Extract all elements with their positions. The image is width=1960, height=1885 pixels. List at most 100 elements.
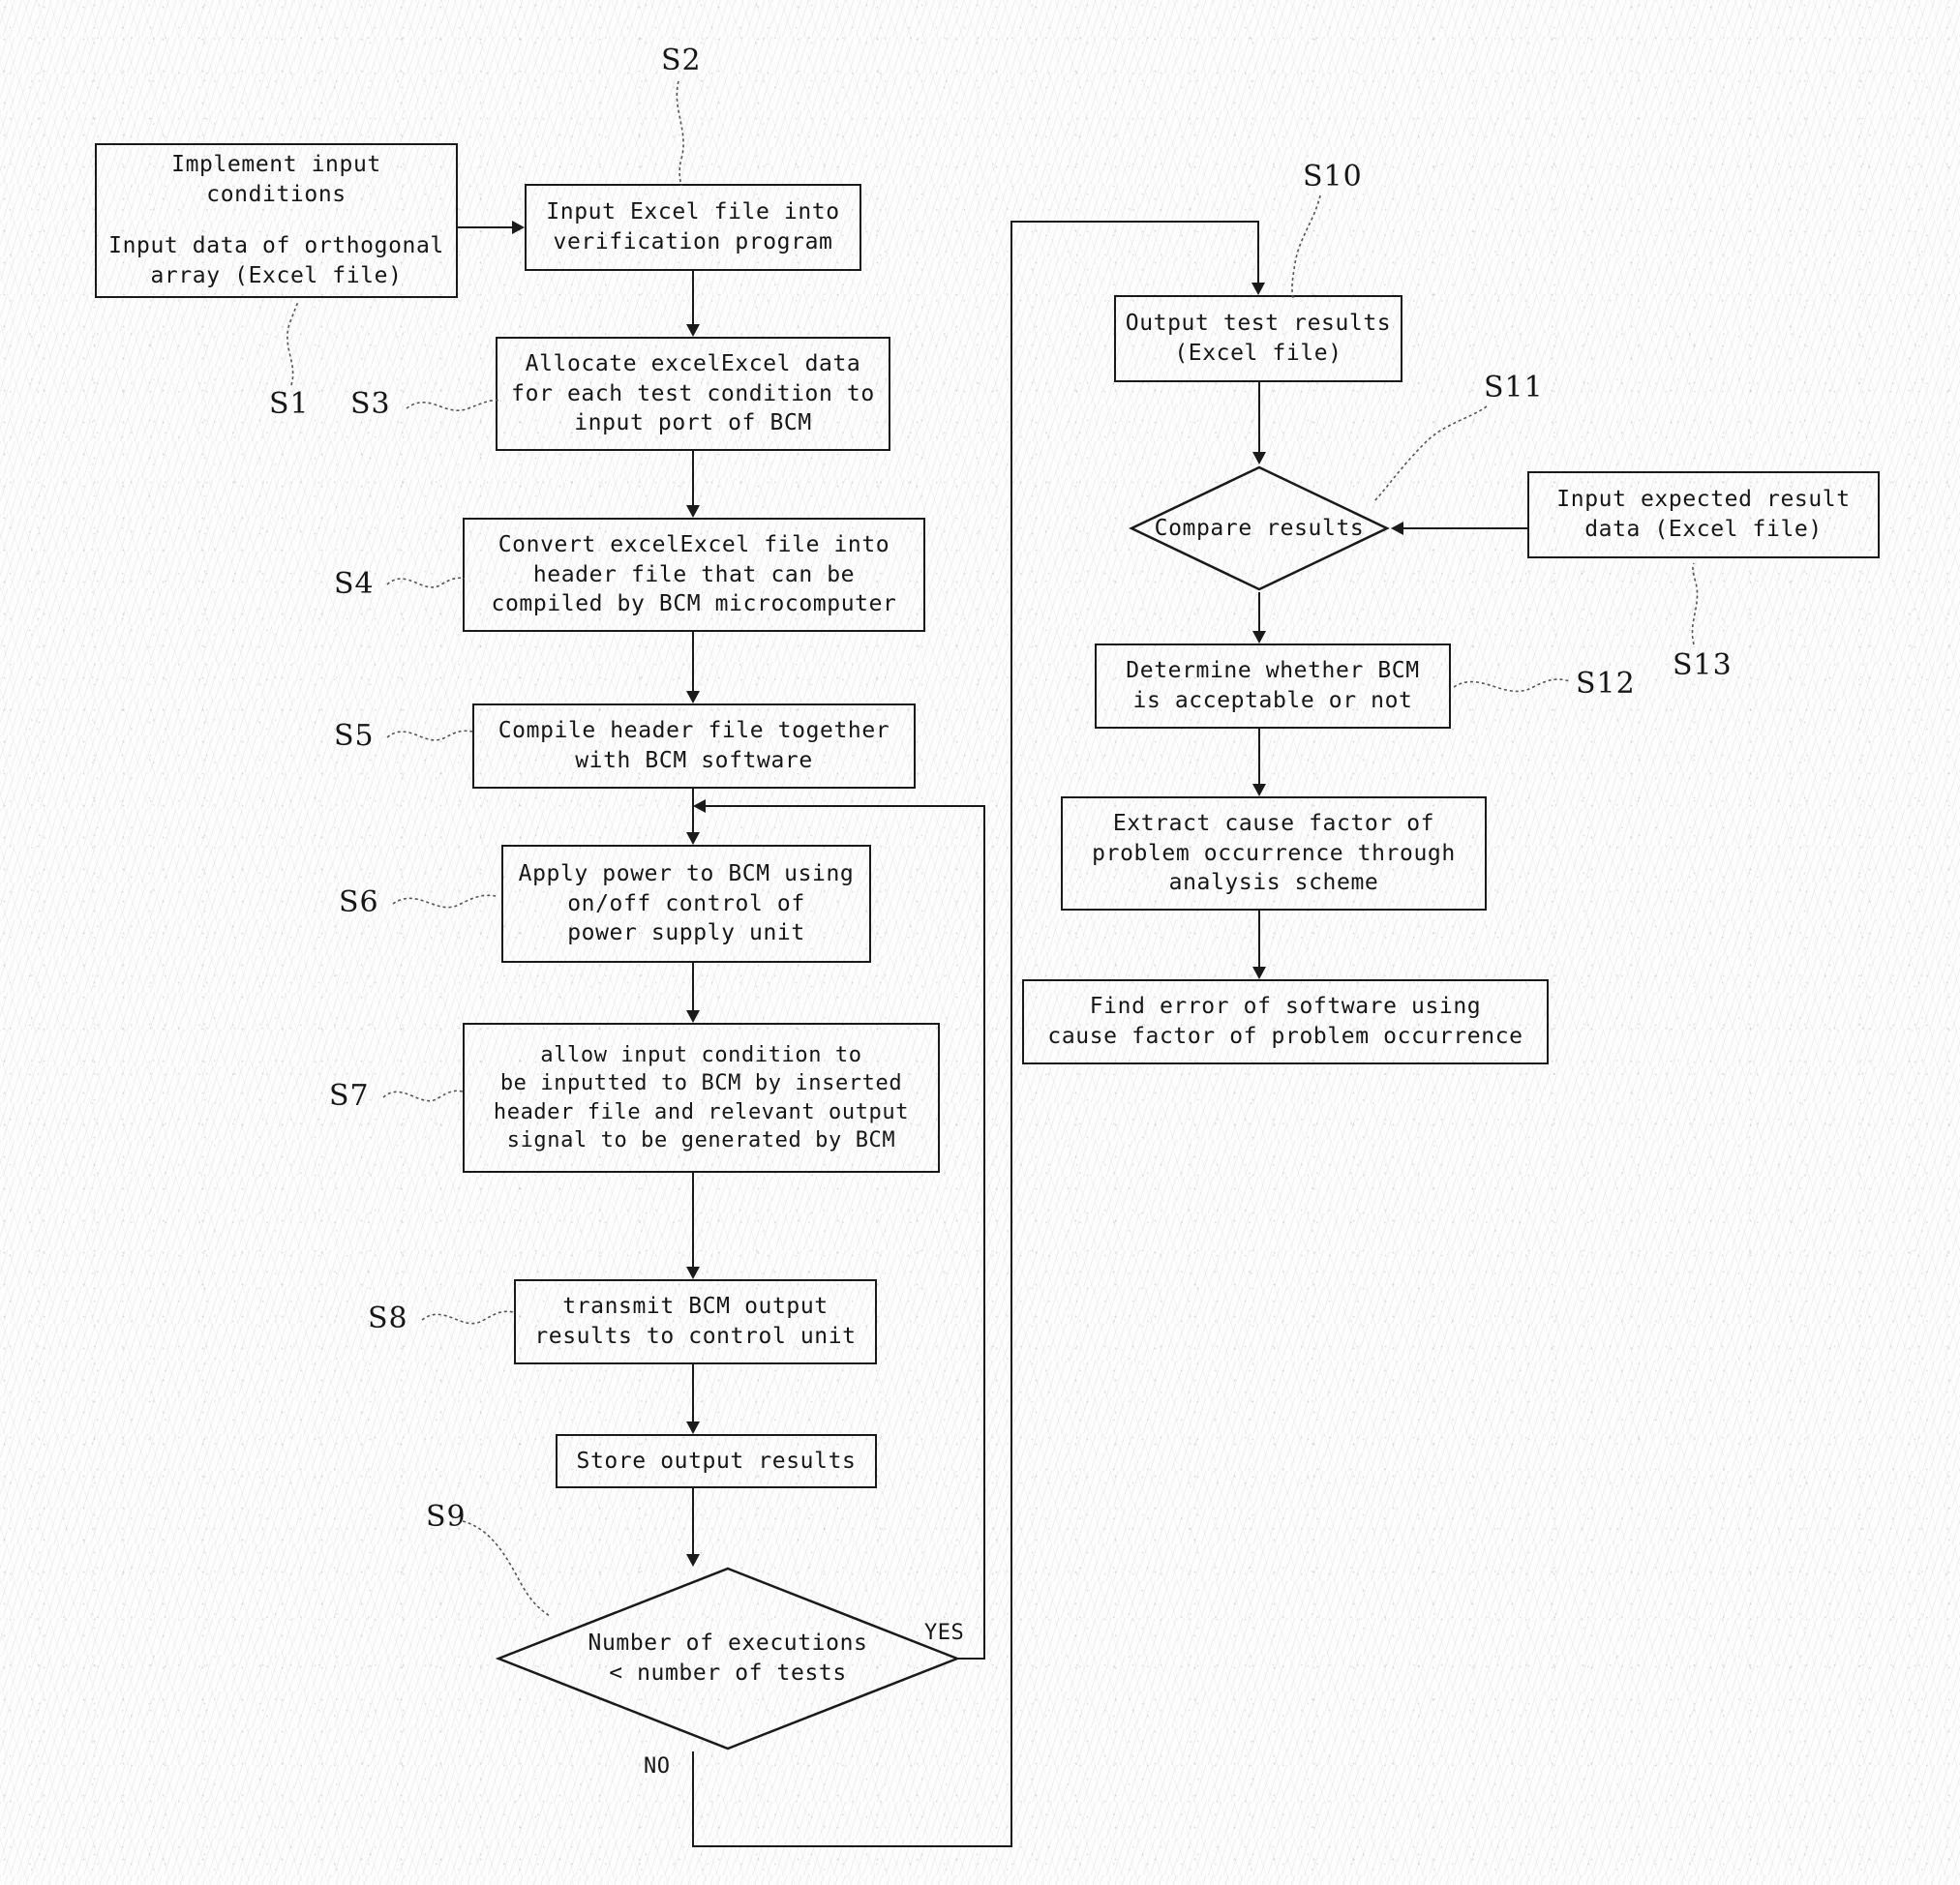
- node-line: Compare results: [1154, 515, 1365, 541]
- connector-s10-to-s11: [1258, 382, 1260, 452]
- node-transmit-bcm-output: transmit BCM output results to control u…: [514, 1279, 877, 1364]
- leader-s5: [385, 716, 482, 759]
- node-line: Convert excelExcel file into: [498, 531, 890, 557]
- connector-s9-no-vertical: [692, 1751, 694, 1847]
- node-line: Store output results: [576, 1448, 857, 1474]
- node-find-error-of-software: Find error of software using cause facto…: [1022, 979, 1549, 1064]
- node-allow-input-condition: allow input condition to be inputted to …: [463, 1023, 940, 1173]
- connector-s3-to-s4: [692, 451, 694, 505]
- arrowhead-s6-to-s7: [686, 1010, 700, 1023]
- node-line: Output test results: [1125, 311, 1392, 337]
- step-label-s4: S4: [334, 567, 375, 601]
- step-label-s1: S1: [269, 387, 310, 421]
- node-line: Compile header file together: [498, 718, 890, 744]
- node-input-excel-file: Input Excel file into verification progr…: [525, 184, 861, 271]
- node-line: problem occurrence through: [1092, 840, 1456, 866]
- node-line: header file and relevant output: [493, 1099, 910, 1124]
- node-line: allow input condition to: [540, 1042, 862, 1067]
- leader-s8: [420, 1301, 522, 1343]
- node-line: transmit BCM output: [562, 1294, 829, 1320]
- node-extract-cause-factor: Extract cause factor of problem occurren…: [1061, 796, 1487, 911]
- node-line: header file that can be: [532, 561, 856, 587]
- arrowhead-s12-to-extract: [1252, 784, 1266, 796]
- leader-s7: [381, 1076, 468, 1119]
- arrowhead-s7-to-s8: [686, 1267, 700, 1279]
- step-label-s11: S11: [1484, 371, 1544, 404]
- connector-s9-no-horizontal: [692, 1845, 1012, 1847]
- leader-s10: [1280, 194, 1347, 300]
- step-label-s7: S7: [329, 1079, 370, 1113]
- node-output-test-results: Output test results (Excel file): [1114, 295, 1402, 382]
- node-apply-power-to-bcm: Apply power to BCM using on/off control …: [501, 845, 871, 963]
- leader-s12: [1452, 668, 1578, 710]
- arrowhead-s10-to-s11: [1252, 452, 1266, 464]
- node-line: on/off control of: [567, 890, 805, 916]
- connector-s12-to-extract: [1258, 729, 1260, 784]
- connector-s1-to-s2: [458, 226, 514, 228]
- connector-into-s10: [1257, 221, 1259, 283]
- leader-s2: [668, 79, 736, 188]
- connector-s13-to-s11: [1402, 527, 1528, 529]
- node-line: results to control unit: [534, 1324, 857, 1349]
- arrowhead-s9-yes-to-s5: [693, 799, 706, 813]
- arrowhead-extract-to-find: [1252, 967, 1266, 979]
- step-label-s8: S8: [368, 1302, 408, 1335]
- node-line: power supply unit: [567, 920, 805, 946]
- step-label-s2: S2: [661, 44, 702, 77]
- node-compare-results-decision: Compare results: [1129, 464, 1390, 592]
- decision-text: Compare results: [1155, 514, 1365, 544]
- node-line: with BCM software: [575, 748, 813, 773]
- step-label-s3: S3: [350, 387, 391, 421]
- node-line: Allocate excelExcel data: [525, 350, 861, 376]
- node-line: is acceptable or not: [1132, 688, 1413, 713]
- node-input-expected-result-data: Input expected result data (Excel file): [1527, 471, 1880, 558]
- connector-s7-to-s8: [692, 1173, 694, 1267]
- connector-s9-yes-horizontal: [958, 1658, 985, 1660]
- node-line: analysis scheme: [1168, 870, 1379, 896]
- connector-s4-to-s5: [692, 632, 694, 691]
- node-line: cause factor of problem occurrence: [1047, 1024, 1523, 1049]
- node-line: signal to be generated by BCM: [506, 1127, 896, 1152]
- connector-s9-yes-vertical: [983, 805, 985, 1659]
- step-label-s6: S6: [339, 885, 379, 919]
- node-line: input port of BCM: [574, 410, 812, 436]
- node-allocate-excel-data: Allocate excelExcel data for each test c…: [496, 337, 890, 451]
- connector-s11-to-s12: [1258, 592, 1260, 631]
- connector-extract-to-find: [1258, 911, 1260, 967]
- node-line: < number of tests: [609, 1661, 847, 1686]
- leader-s3: [405, 385, 511, 428]
- leader-s4: [385, 563, 472, 606]
- leader-s9: [461, 1515, 577, 1622]
- arrowhead-s8-to-store: [686, 1421, 700, 1434]
- node-line: Input expected result: [1556, 487, 1851, 513]
- leader-s1: [267, 300, 345, 389]
- leader-s13: [1682, 561, 1750, 650]
- node-line: Input Excel file into: [546, 199, 840, 225]
- arrowhead-store-to-s9: [686, 1554, 700, 1567]
- node-line: verification program: [553, 229, 833, 254]
- node-line: (Excel file): [1174, 341, 1342, 366]
- node-line: Apply power to BCM using: [518, 860, 855, 886]
- node-line: Input data of orthogonal: [108, 233, 444, 258]
- leader-s11: [1367, 404, 1493, 506]
- node-line: Implement input: [171, 152, 381, 178]
- node-store-output-results: Store output results: [556, 1434, 877, 1488]
- arrowhead-s3-to-s4: [686, 505, 700, 518]
- connector-s9-yes-return: [704, 805, 985, 807]
- node-line: Number of executions: [588, 1631, 868, 1657]
- node-line: Find error of software using: [1089, 994, 1482, 1020]
- arrowhead-s1-to-s2: [512, 221, 525, 234]
- arrowhead-s13-to-s11: [1391, 522, 1403, 535]
- edge-label-no: NO: [644, 1754, 671, 1779]
- arrowhead-s5-to-s6: [686, 832, 700, 845]
- leader-s6: [391, 883, 507, 925]
- connector-s2-to-s3: [692, 271, 694, 324]
- node-implement-input-conditions: Implement input conditions Input data of…: [95, 143, 458, 298]
- node-convert-excel-to-header: Convert excelExcel file into header file…: [463, 518, 925, 632]
- node-line: conditions: [206, 182, 347, 208]
- node-line: compiled by BCM microcomputer: [491, 591, 897, 617]
- step-label-s5: S5: [334, 719, 375, 753]
- arrowhead-s4-to-s5: [686, 691, 700, 703]
- connector-s6-to-s7: [692, 963, 694, 1010]
- connector-store-to-s9: [692, 1488, 694, 1554]
